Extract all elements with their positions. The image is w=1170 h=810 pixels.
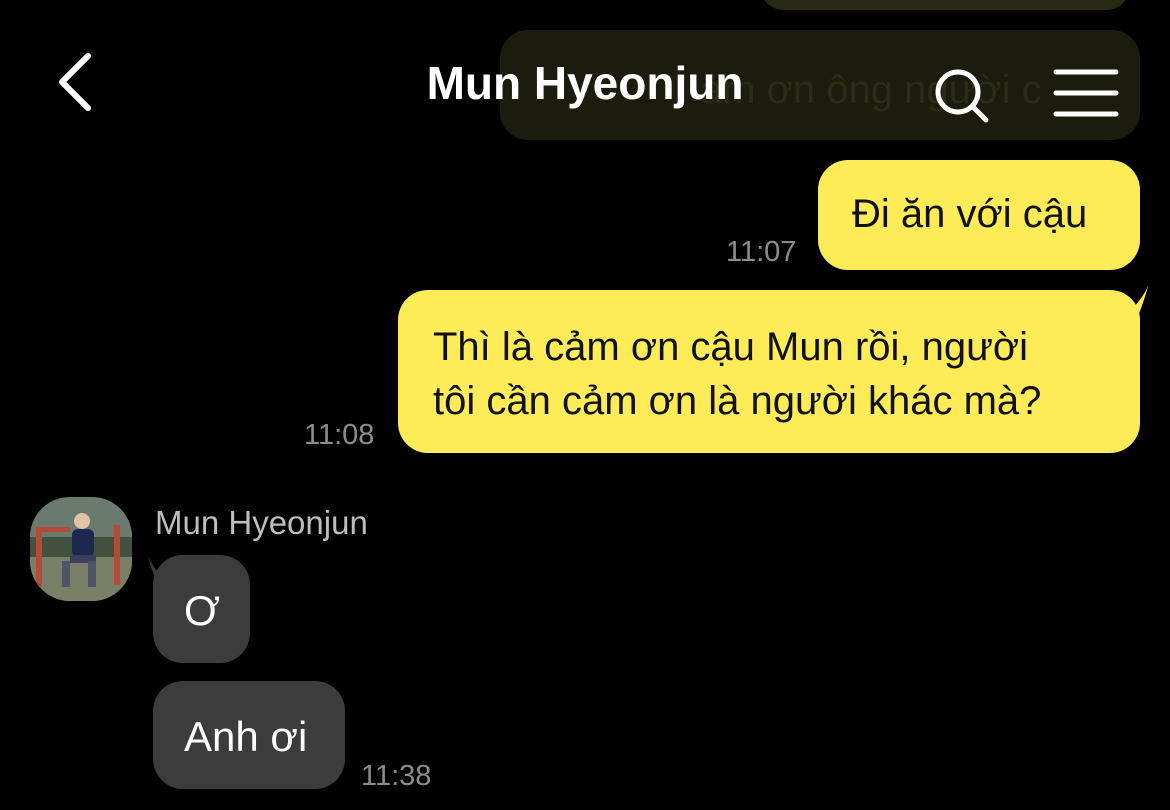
incoming-message-bubble[interactable]: Ơ xyxy=(153,555,250,663)
search-icon xyxy=(935,69,989,123)
sender-name: Mun Hyeonjun xyxy=(155,504,368,541)
message-timestamp: 11:38 xyxy=(361,760,432,792)
previous-message-bubble xyxy=(760,0,1130,10)
chevron-left-icon xyxy=(59,53,91,111)
outgoing-message-bubble[interactable]: Đi ăn với cậu xyxy=(818,160,1140,270)
message-text: Ơ xyxy=(184,587,221,634)
outgoing-message-bubble[interactable]: Thì là cảm ơn cậu Mun rồi, người tôi cần… xyxy=(398,290,1140,453)
contact-avatar[interactable] xyxy=(30,497,132,601)
back-button[interactable] xyxy=(50,50,110,114)
search-button[interactable] xyxy=(930,64,994,128)
message-text-line: Thì là cảm ơn cậu Mun rồi, người xyxy=(433,325,1029,369)
message-timestamp: 11:08 xyxy=(304,419,375,451)
message-text: Đi ăn với cậu xyxy=(852,192,1088,236)
incoming-message-bubble[interactable]: Anh ơi xyxy=(153,681,345,789)
avatar-photo xyxy=(30,497,132,601)
hamburger-menu-icon xyxy=(1053,69,1119,117)
message-text-line: tôi cần cảm ơn là người khác mà? xyxy=(433,379,1042,423)
menu-button[interactable] xyxy=(1052,66,1120,120)
message-timestamp: 11:07 xyxy=(726,236,797,268)
chat-title: Mun Hyeonjun xyxy=(426,57,744,109)
message-text: Anh ơi xyxy=(184,713,308,760)
